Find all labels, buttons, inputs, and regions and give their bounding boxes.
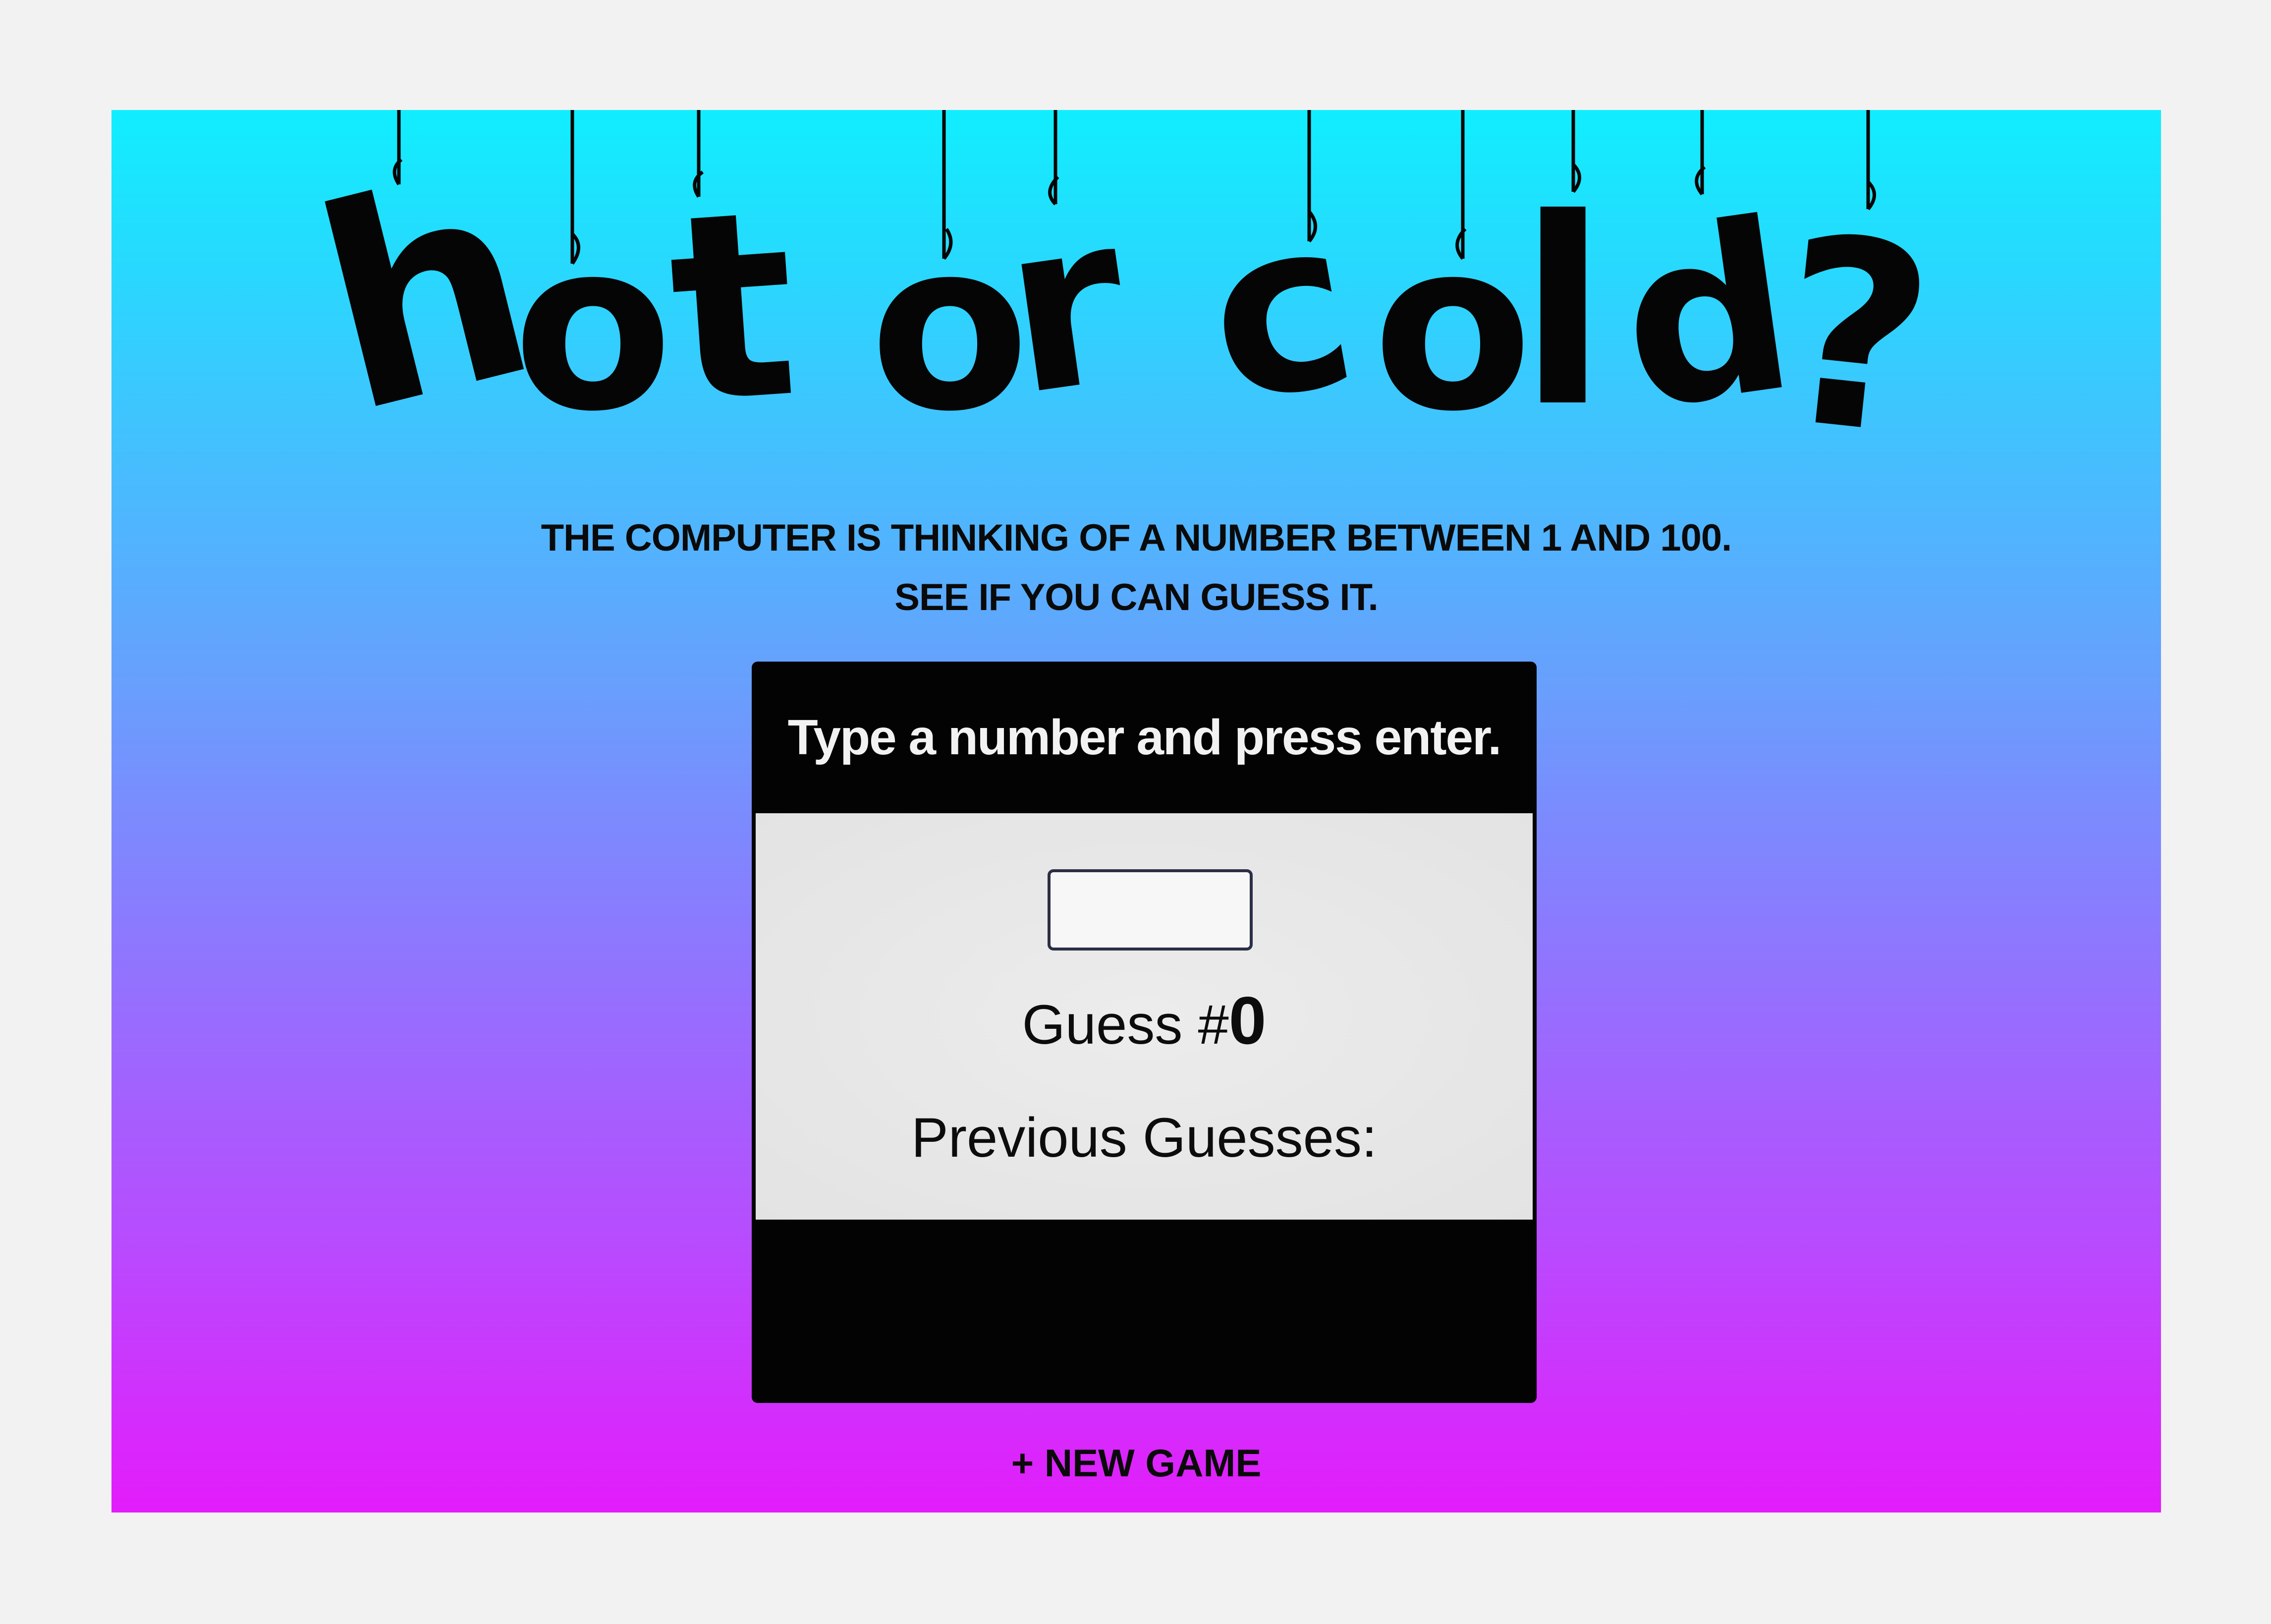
title-letter-o1: o [513, 191, 673, 457]
guess-counter-label: Guess # [1022, 994, 1229, 1056]
previous-guesses-label: Previous Guesses: [911, 1107, 1377, 1169]
guess-form: Guess #0 Previous Guesses: [756, 813, 1533, 1220]
game-stage: h o t o r c o l d ? THE COMPUTER IS THIN… [111, 110, 2161, 1512]
hanging-title-graphic: h o t o r c o l d ? [291, 110, 1945, 457]
intro-line-1: THE COMPUTER IS THINKING OF A NUMBER BET… [541, 517, 1732, 559]
title-letter-l: l [1519, 163, 1607, 457]
guess-input[interactable] [1048, 869, 1253, 951]
feedback-text: Type a number and press enter. [787, 709, 1502, 765]
previous-guesses-list [756, 1220, 1533, 1399]
title-letter-question: ? [1766, 180, 1945, 457]
guess-counter: Guess #0 [756, 982, 1533, 1059]
intro-line-2: SEE IF YOU CAN GUESS IT. [894, 576, 1378, 618]
guess-counter-value: 0 [1228, 983, 1267, 1058]
title-letter-t: t [661, 153, 805, 457]
new-game-link[interactable]: + NEW GAME [111, 1441, 2161, 1486]
title-letter-o3: o [1373, 191, 1533, 457]
title-letter-c: c [1189, 165, 1372, 456]
game-panel: Type a number and press enter. Guess #0 … [752, 662, 1537, 1403]
page-title: h o t o r c o l d ? [111, 110, 2161, 457]
